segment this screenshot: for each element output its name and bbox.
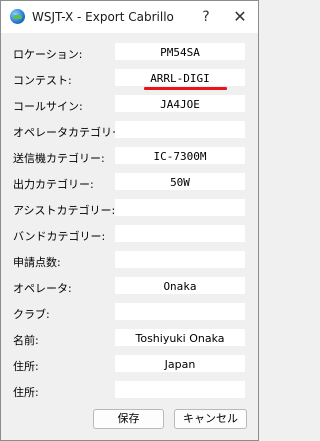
operator-category-input[interactable] [115,121,245,138]
assisted-category-input[interactable] [115,199,245,216]
contest-label: コンテスト: [13,74,72,87]
help-button[interactable]: ? [189,1,223,33]
app-globe-icon [10,9,25,24]
field-row-address-2: 住所: [1,379,258,405]
callsign-input[interactable]: JA4JOE [115,95,245,112]
name-label: 名前: [13,334,39,347]
transmitter-category-input[interactable]: IC-7300M [115,147,245,164]
club-label: クラブ: [13,308,50,321]
contest-input[interactable]: ARRL-DIGI [115,69,245,86]
name-input[interactable]: Toshiyuki Onaka [115,329,245,346]
field-row-address-1: 住所: Japan [1,353,258,379]
operator-category-label: オペレータカテゴリー: [13,126,127,139]
field-row-club: クラブ: [1,301,258,327]
transmitter-category-label: 送信機カテゴリー: [13,152,105,165]
field-row-location: ロケーション: PM54SA [1,41,258,67]
address-2-input[interactable] [115,381,245,398]
address-1-label: 住所: [13,360,39,373]
field-row-power-category: 出力カテゴリー: 50W [1,171,258,197]
address-2-label: 住所: [13,386,39,399]
band-category-input[interactable] [115,225,245,242]
power-category-label: 出力カテゴリー: [13,178,94,191]
callsign-label: コールサイン: [13,100,83,113]
title-bar: WSJT-X - Export Cabrillo ? ✕ [1,1,258,33]
close-button[interactable]: ✕ [223,1,257,33]
field-row-operator-category: オペレータカテゴリー: [1,119,258,145]
band-category-label: バンドカテゴリー: [13,230,106,243]
location-input[interactable]: PM54SA [115,43,245,60]
field-row-callsign: コールサイン: JA4JOE [1,93,258,119]
cancel-button[interactable]: キャンセル [174,409,247,429]
field-row-claimed-score: 申請点数: [1,249,258,275]
claimed-score-label: 申請点数: [13,256,61,269]
field-row-name: 名前: Toshiyuki Onaka [1,327,258,353]
field-row-assisted-category: アシストカテゴリー: [1,197,258,223]
save-button[interactable]: 保存 [93,409,164,429]
field-row-band-category: バンドカテゴリー: [1,223,258,249]
red-annotation-underline [144,87,227,90]
export-cabrillo-dialog: WSJT-X - Export Cabrillo ? ✕ ロケーション: PM5… [0,0,259,441]
operators-input[interactable]: Onaka [115,277,245,294]
field-row-transmitter-category: 送信機カテゴリー: IC-7300M [1,145,258,171]
claimed-score-input[interactable] [115,251,245,268]
club-input[interactable] [115,303,245,320]
field-row-operators: オペレータ: Onaka [1,275,258,301]
operators-label: オペレータ: [13,282,72,295]
power-category-input[interactable]: 50W [115,173,245,190]
address-1-input[interactable]: Japan [115,355,245,372]
assisted-category-label: アシストカテゴリー: [13,204,116,217]
location-label: ロケーション: [13,48,83,61]
window-title: WSJT-X - Export Cabrillo [32,10,174,24]
